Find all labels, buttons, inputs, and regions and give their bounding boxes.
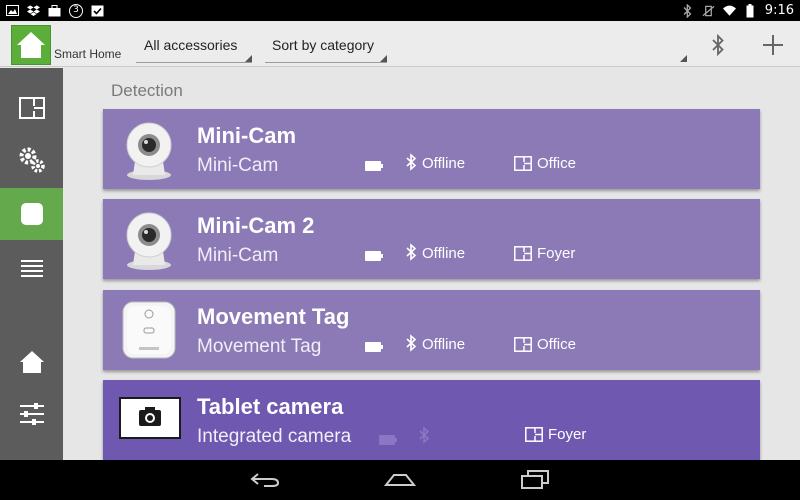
bluetooth-button[interactable] (703, 30, 733, 60)
connection-status: Offline (422, 245, 466, 262)
room-name: Foyer (537, 245, 576, 262)
connection-status: Offline (422, 336, 466, 353)
accessory-name: Mini-Cam 2 (197, 213, 315, 238)
battery-icon (379, 432, 397, 445)
notification-count-badge: 3 (69, 3, 83, 18)
dropbox-icon (27, 4, 40, 17)
recents-button[interactable] (517, 468, 553, 492)
home-button[interactable] (382, 468, 418, 492)
room-icon (525, 427, 543, 442)
battery-icon (365, 158, 383, 171)
webcam-icon (117, 117, 181, 181)
main-content: Detection Mini-Cam Mini-Cam Offline Offi… (63, 68, 800, 460)
webcam-icon (117, 207, 181, 271)
room-name: Office (537, 155, 576, 172)
accessory-type: Integrated camera (197, 426, 352, 447)
room-icon (514, 246, 532, 261)
add-button[interactable] (758, 30, 788, 60)
sort-dropdown[interactable]: Sort by category (265, 29, 387, 63)
floor-plan-icon (18, 97, 45, 119)
sliders-icon (19, 403, 44, 425)
nav-item-rooms[interactable] (0, 82, 63, 134)
dropdown-arrow-icon (245, 55, 252, 62)
movement-tag-icon (117, 298, 181, 362)
accessory-name: Tablet camera (197, 394, 344, 419)
bluetooth-icon (405, 153, 419, 171)
room-name: Office (537, 336, 576, 353)
extra-dropdown[interactable] (395, 29, 687, 63)
clipboard-check-icon (91, 4, 104, 17)
sort-dropdown-label: Sort by category (272, 37, 374, 53)
bluetooth-icon (712, 34, 724, 56)
home-icon (19, 351, 44, 373)
filter-dropdown[interactable]: All accessories (136, 29, 252, 63)
device-icon (20, 203, 43, 225)
status-time: 9:16 (764, 3, 794, 18)
plus-icon (763, 35, 783, 55)
briefcase-icon (48, 4, 61, 17)
list-icon (20, 260, 43, 277)
room-name: Foyer (548, 426, 587, 443)
dropdown-underline (265, 62, 387, 63)
vibrate-icon (702, 4, 715, 17)
back-icon (250, 473, 280, 487)
accessory-card-selected[interactable]: Tablet camera Integrated camera Foyer (103, 380, 760, 460)
bluetooth-icon (681, 3, 694, 18)
gears-icon (19, 147, 45, 173)
tablet-camera-icon (119, 396, 181, 440)
app-title: Smart Home (54, 47, 122, 61)
dropdown-arrow-icon (380, 55, 387, 62)
recents-icon (521, 470, 549, 489)
bluetooth-icon (405, 243, 419, 261)
battery-icon (365, 248, 383, 261)
room-icon (514, 337, 532, 352)
connection-status: Offline (422, 155, 466, 172)
accessory-card[interactable]: Mini-Cam Mini-Cam Offline Office (103, 109, 760, 189)
left-nav (0, 68, 63, 460)
image-icon (6, 4, 19, 17)
accessory-card[interactable]: Movement Tag Movement Tag Offline Office (103, 290, 760, 370)
bluetooth-icon (418, 426, 432, 444)
battery-icon (744, 3, 757, 17)
nav-item-list[interactable] (0, 242, 63, 294)
system-nav-bar (0, 460, 800, 500)
home-icon (384, 474, 416, 486)
room-icon (514, 156, 532, 171)
nav-item-accessories[interactable] (0, 188, 63, 240)
status-bar-right: 9:16 (681, 0, 794, 21)
home-logo-icon[interactable] (11, 25, 51, 65)
accessory-type: Mini-Cam (197, 155, 279, 176)
accessory-type: Mini-Cam (197, 245, 279, 266)
action-bar: Smart Home All accessories Sort by categ… (0, 21, 800, 67)
status-bar: 3 9:16 (0, 0, 800, 21)
nav-item-controls[interactable] (0, 388, 63, 440)
accessory-name: Mini-Cam (197, 123, 296, 148)
accessory-type: Movement Tag (197, 336, 322, 357)
nav-item-home[interactable] (0, 336, 63, 388)
accessory-name: Movement Tag (197, 304, 350, 329)
dropdown-arrow-icon (680, 55, 687, 62)
filter-dropdown-label: All accessories (144, 37, 238, 53)
battery-icon (365, 339, 383, 352)
wifi-icon (722, 4, 736, 17)
back-button[interactable] (247, 468, 283, 492)
nav-item-settings[interactable] (0, 134, 63, 186)
accessory-card[interactable]: Mini-Cam 2 Mini-Cam Offline Foyer (103, 199, 760, 279)
dropdown-underline (136, 62, 252, 63)
bluetooth-icon (405, 334, 419, 352)
section-title: Detection (111, 81, 183, 100)
status-bar-left: 3 (6, 2, 104, 19)
